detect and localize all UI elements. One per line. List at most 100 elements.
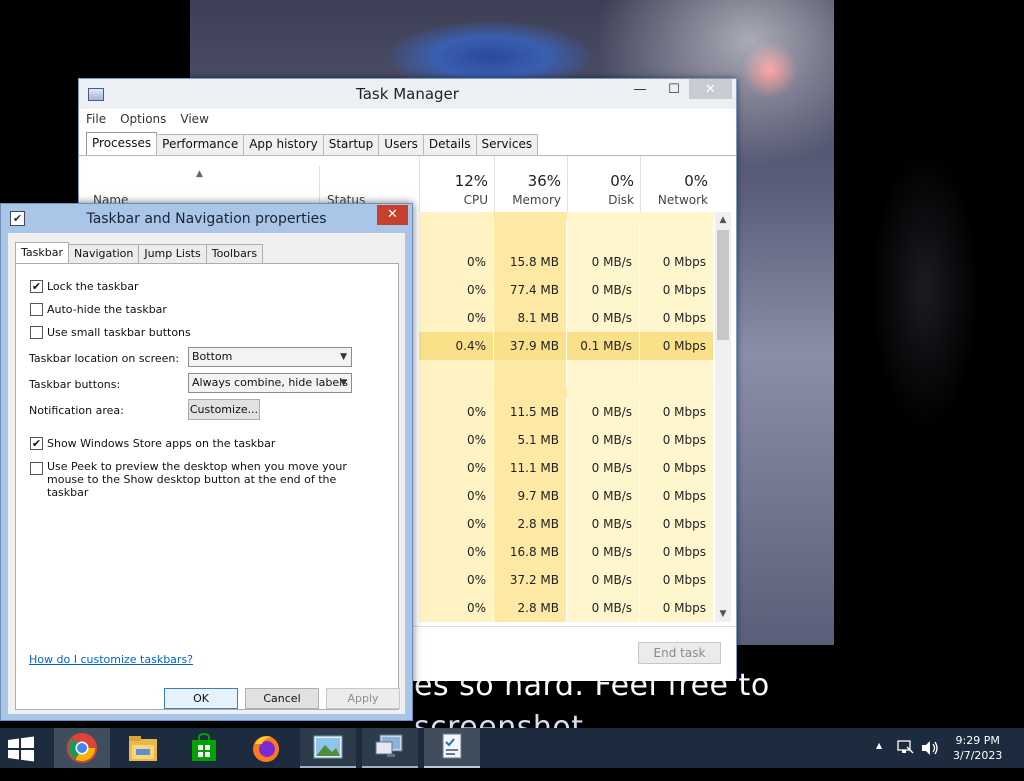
taskbar-firefox[interactable] xyxy=(238,728,294,768)
scrollbar-thumb[interactable] xyxy=(717,230,729,340)
peek-label: Use Peek to preview the desktop when you… xyxy=(47,460,347,499)
tab-services[interactable]: Services xyxy=(475,134,539,156)
table-row[interactable]: 0.4% 37.9 MB 0.1 MB/s 0 Mbps xyxy=(419,332,714,360)
memory-cell: 2.8 MB xyxy=(494,594,567,622)
maximize-button[interactable]: ☐ xyxy=(661,79,687,99)
table-row[interactable]: 0% 9.7 MB 0 MB/s 0 Mbps xyxy=(419,482,714,510)
show-hidden-icons-button[interactable]: ▲ xyxy=(876,741,882,781)
lock-taskbar-label: Lock the taskbar xyxy=(47,280,139,293)
menu-file[interactable]: File xyxy=(79,109,113,131)
table-row[interactable]: 0% 15.8 MB 0 MB/s 0 Mbps xyxy=(419,248,714,276)
taskbar-buttons-select[interactable]: Always combine, hide labels ▼ xyxy=(188,373,352,393)
cancel-button[interactable]: Cancel xyxy=(245,688,319,709)
network-cell: 0 Mbps xyxy=(640,538,714,566)
start-button[interactable] xyxy=(6,736,40,762)
cpu-cell: 0% xyxy=(419,276,494,304)
disk-cell: 0.1 MB/s xyxy=(567,332,640,360)
table-row[interactable]: 0% 37.2 MB 0 MB/s 0 Mbps xyxy=(419,566,714,594)
taskbar-buttons-label: Taskbar buttons: xyxy=(29,378,121,391)
peek-option[interactable]: Use Peek to preview the desktop when you… xyxy=(30,460,380,499)
cpu-cell: 0% xyxy=(419,538,494,566)
column-header-disk[interactable]: 0% Disk xyxy=(567,156,640,212)
table-row[interactable]: 0% 5.1 MB 0 MB/s 0 Mbps xyxy=(419,426,714,454)
ok-button[interactable]: OK xyxy=(164,688,238,709)
tab-navigation[interactable]: Navigation xyxy=(68,244,140,264)
taskbar-file-explorer[interactable] xyxy=(115,728,171,768)
task-manager-titlebar[interactable]: Task Manager — ☐ ✕ xyxy=(79,79,736,109)
table-row[interactable]: 0% 77.4 MB 0 MB/s 0 Mbps xyxy=(419,276,714,304)
disk-cell: 0 MB/s xyxy=(567,594,640,622)
minimize-button[interactable]: — xyxy=(627,79,653,99)
scroll-down-icon[interactable]: ▼ xyxy=(715,606,731,622)
table-row[interactable]: 0% 8.1 MB 0 MB/s 0 Mbps xyxy=(419,304,714,332)
tab-jump-lists[interactable]: Jump Lists xyxy=(138,244,207,264)
cpu-cell: 0% xyxy=(419,454,494,482)
tab-startup[interactable]: Startup xyxy=(322,134,380,156)
customize-button[interactable]: Customize... xyxy=(188,399,260,420)
system-clock[interactable]: 9:29 PM 3/7/2023 xyxy=(953,733,1002,763)
process-grid: 0% 15.8 MB 0 MB/s 0 Mbps 0% 77.4 MB 0 MB… xyxy=(419,212,714,622)
disk-cell: 0 MB/s xyxy=(567,566,640,594)
end-task-button[interactable]: End task xyxy=(638,642,721,664)
memory-total-percent: 36% xyxy=(527,172,561,190)
memory-cell: 9.7 MB xyxy=(494,482,567,510)
memory-cell: 8.1 MB xyxy=(494,304,567,332)
disk-cell: 0 MB/s xyxy=(567,276,640,304)
tab-processes[interactable]: Processes xyxy=(86,132,158,156)
cpu-cell: 0% xyxy=(419,426,494,454)
menu-options[interactable]: Options xyxy=(113,109,173,131)
memory-cell: 5.1 MB xyxy=(494,426,567,454)
cpu-cell: 0% xyxy=(419,398,494,426)
auto-hide-checkbox[interactable] xyxy=(30,303,43,316)
taskbar-photos[interactable] xyxy=(300,728,356,768)
store-apps-checkbox[interactable]: ✔ xyxy=(30,437,43,450)
disk-cell: 0 MB/s xyxy=(567,538,640,566)
menu-view[interactable]: View xyxy=(173,109,215,131)
tab-taskbar[interactable]: Taskbar xyxy=(15,242,69,264)
network-icon[interactable] xyxy=(896,738,914,778)
column-header-cpu[interactable]: 12% CPU xyxy=(419,156,494,212)
taskbar-remote-desktop[interactable] xyxy=(362,728,418,768)
close-button[interactable]: ✕ xyxy=(689,79,732,99)
volume-icon[interactable] xyxy=(920,739,940,779)
store-apps-option[interactable]: ✔ Show Windows Store apps on the taskbar xyxy=(30,437,275,450)
table-row[interactable] xyxy=(419,360,714,388)
disk-cell: 0 MB/s xyxy=(567,248,640,276)
memory-cell: 37.9 MB xyxy=(494,332,567,360)
dialog-titlebar[interactable]: ✔ Taskbar and Navigation properties ✕ xyxy=(1,204,412,233)
table-row[interactable]: 0% 16.8 MB 0 MB/s 0 Mbps xyxy=(419,538,714,566)
small-buttons-checkbox[interactable] xyxy=(30,326,43,339)
table-row[interactable]: 0% 2.8 MB 0 MB/s 0 Mbps xyxy=(419,510,714,538)
column-header-memory[interactable]: 36% Memory xyxy=(494,156,567,212)
disk-column-label: Disk xyxy=(608,193,634,207)
memory-cell xyxy=(494,360,567,388)
lock-taskbar-checkbox[interactable]: ✔ xyxy=(30,280,43,293)
table-row[interactable]: 0% 11.1 MB 0 MB/s 0 Mbps xyxy=(419,454,714,482)
table-row[interactable]: 0% 2.8 MB 0 MB/s 0 Mbps xyxy=(419,594,714,622)
taskbar-location-select[interactable]: Bottom ▼ xyxy=(188,347,352,367)
tab-app-history[interactable]: App history xyxy=(243,134,324,156)
taskbar-task-manager[interactable] xyxy=(424,728,480,768)
table-row[interactable]: 0% 11.5 MB 0 MB/s 0 Mbps xyxy=(419,398,714,426)
tab-performance[interactable]: Performance xyxy=(156,134,245,156)
cpu-column-label: CPU xyxy=(463,193,488,207)
auto-hide-option[interactable]: Auto-hide the taskbar xyxy=(30,303,167,316)
scroll-up-icon[interactable]: ▲ xyxy=(715,212,731,228)
process-list-scrollbar[interactable]: ▲ ▼ xyxy=(715,212,731,622)
dialog-close-button[interactable]: ✕ xyxy=(377,205,408,225)
disk-cell xyxy=(567,360,640,388)
lock-taskbar-option[interactable]: ✔ Lock the taskbar xyxy=(30,280,139,293)
tab-toolbars[interactable]: Toolbars xyxy=(205,244,264,264)
memory-cell: 16.8 MB xyxy=(494,538,567,566)
help-link[interactable]: How do I customize taskbars? xyxy=(29,653,193,666)
taskbar-buttons-value: Always combine, hide labels xyxy=(192,376,348,389)
peek-checkbox[interactable] xyxy=(30,462,43,475)
column-header-network[interactable]: 0% Network xyxy=(640,156,714,212)
tab-users[interactable]: Users xyxy=(378,134,424,156)
taskbar-windows-store[interactable] xyxy=(176,728,232,768)
tab-details[interactable]: Details xyxy=(422,134,477,156)
taskbar-chrome[interactable] xyxy=(54,728,110,768)
table-row[interactable] xyxy=(419,220,714,248)
small-buttons-option[interactable]: Use small taskbar buttons xyxy=(30,326,191,339)
apply-button[interactable]: Apply xyxy=(326,688,400,709)
